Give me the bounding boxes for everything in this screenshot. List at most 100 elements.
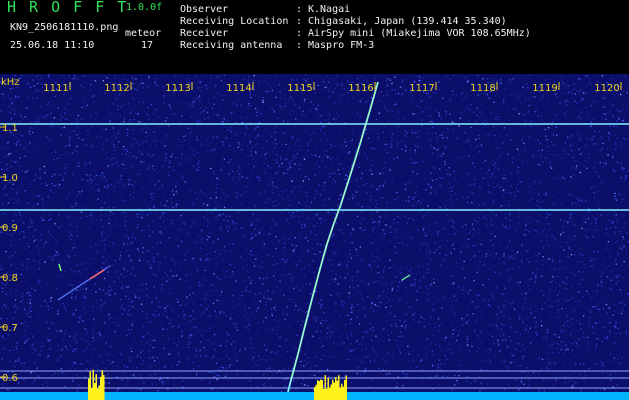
noise-speck bbox=[36, 195, 38, 197]
noise-speck bbox=[126, 150, 128, 152]
noise-speck bbox=[78, 191, 80, 193]
noise-speck bbox=[455, 137, 457, 139]
noise-speck bbox=[616, 274, 619, 276]
noise-speck bbox=[558, 343, 560, 345]
noise-speck bbox=[126, 270, 129, 272]
noise-speck bbox=[525, 329, 527, 331]
noise-speck bbox=[438, 359, 440, 361]
noise-speck bbox=[391, 289, 393, 291]
noise-speck bbox=[423, 235, 426, 237]
noise-speck bbox=[540, 99, 543, 101]
noise-speck bbox=[440, 118, 443, 120]
noise-speck bbox=[607, 212, 610, 214]
noise-speck bbox=[348, 171, 350, 173]
noise-speck bbox=[593, 229, 595, 231]
noise-speck bbox=[364, 259, 366, 261]
noise-speck bbox=[46, 302, 48, 304]
noise-speck bbox=[483, 203, 485, 205]
noise-speck bbox=[273, 318, 276, 321]
noise-speck bbox=[288, 99, 290, 101]
noise-speck bbox=[112, 355, 115, 357]
noise-speck bbox=[304, 365, 306, 367]
noise-speck bbox=[560, 349, 562, 351]
noise-speck bbox=[564, 287, 566, 290]
noise-speck bbox=[338, 263, 340, 265]
noise-speck bbox=[61, 224, 63, 226]
noise-speck bbox=[185, 274, 188, 277]
noise-speck bbox=[264, 157, 267, 160]
noise-speck bbox=[232, 170, 234, 172]
noise-speck bbox=[418, 76, 421, 78]
noise-speck bbox=[271, 201, 274, 203]
noise-speck bbox=[391, 355, 393, 358]
noise-speck bbox=[552, 385, 554, 387]
noise-speck bbox=[217, 114, 219, 116]
noise-speck bbox=[284, 103, 286, 105]
noise-speck bbox=[599, 361, 601, 363]
noise-speck bbox=[206, 293, 208, 295]
noise-speck bbox=[326, 76, 328, 78]
noise-speck bbox=[124, 345, 126, 347]
noise-speck bbox=[599, 321, 601, 324]
noise-speck bbox=[197, 330, 199, 332]
noise-speck bbox=[229, 144, 231, 147]
noise-speck bbox=[500, 328, 503, 330]
noise-speck bbox=[12, 220, 14, 222]
noise-speck bbox=[609, 125, 612, 127]
noise-speck bbox=[437, 364, 439, 366]
noise-speck bbox=[180, 262, 182, 265]
noise-speck bbox=[486, 224, 488, 226]
noise-speck bbox=[219, 90, 221, 92]
noise-speck bbox=[92, 218, 94, 220]
noise-speck bbox=[621, 301, 623, 303]
noise-speck bbox=[174, 113, 176, 115]
noise-speck bbox=[489, 176, 491, 178]
noise-speck bbox=[542, 247, 544, 249]
noise-speck bbox=[123, 267, 125, 269]
noise-speck bbox=[84, 339, 86, 341]
noise-speck bbox=[291, 136, 293, 139]
noise-speck bbox=[495, 166, 497, 168]
noise-speck bbox=[419, 107, 421, 109]
noise-speck bbox=[148, 166, 150, 168]
noise-speck bbox=[339, 336, 341, 338]
noise-speck bbox=[589, 115, 591, 117]
noise-speck bbox=[440, 239, 442, 241]
noise-speck bbox=[613, 117, 615, 119]
noise-speck bbox=[502, 195, 505, 197]
noise-speck bbox=[174, 157, 176, 159]
noise-speck bbox=[256, 142, 259, 144]
noise-speck bbox=[232, 294, 234, 297]
noise-speck bbox=[33, 85, 35, 87]
noise-speck bbox=[102, 234, 104, 236]
noise-speck bbox=[252, 262, 254, 264]
noise-speck bbox=[119, 197, 122, 199]
noise-speck bbox=[226, 220, 229, 222]
noise-speck bbox=[347, 100, 350, 103]
noise-speck bbox=[74, 335, 76, 337]
noise-speck bbox=[95, 291, 97, 293]
noise-speck bbox=[310, 232, 312, 234]
noise-speck bbox=[152, 247, 154, 249]
noise-speck bbox=[383, 233, 386, 235]
noise-speck bbox=[621, 243, 624, 245]
noise-speck bbox=[453, 121, 455, 124]
noise-speck bbox=[579, 89, 582, 91]
noise-speck bbox=[15, 151, 17, 153]
noise-speck bbox=[175, 186, 177, 188]
noise-speck bbox=[154, 78, 157, 80]
noise-speck bbox=[278, 165, 280, 167]
noise-speck bbox=[476, 114, 479, 117]
noise-speck bbox=[583, 363, 585, 365]
noise-speck bbox=[459, 364, 462, 366]
noise-speck bbox=[33, 179, 35, 181]
noise-speck bbox=[444, 205, 446, 208]
noise-speck bbox=[57, 186, 60, 188]
noise-speck bbox=[422, 378, 424, 380]
noise-speck bbox=[503, 174, 506, 176]
noise-speck bbox=[212, 242, 214, 244]
noise-speck bbox=[160, 322, 162, 324]
noise-speck bbox=[80, 211, 83, 213]
noise-speck bbox=[250, 347, 253, 349]
noise-speck bbox=[141, 289, 143, 291]
